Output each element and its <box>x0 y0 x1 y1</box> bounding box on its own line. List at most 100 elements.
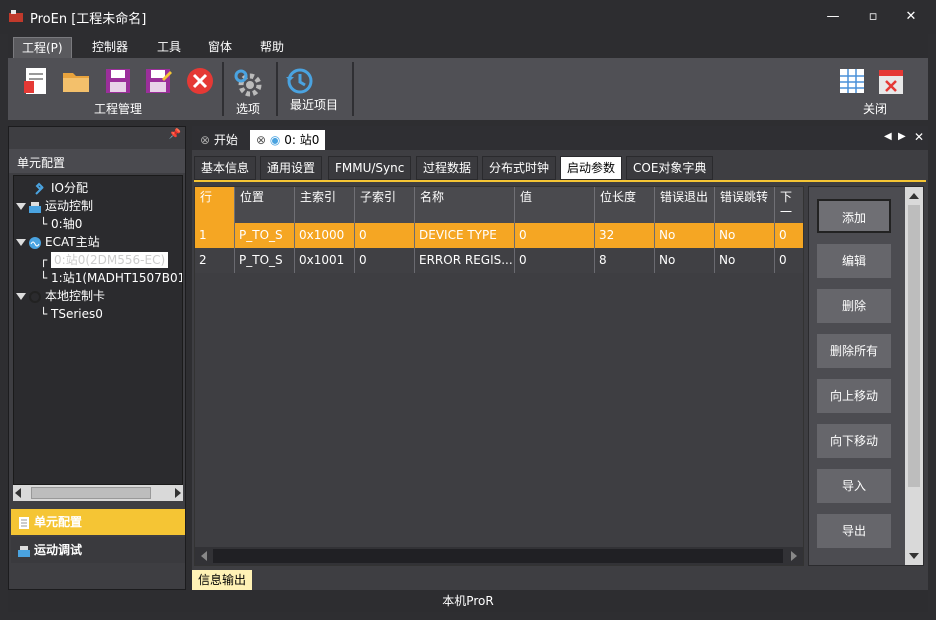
column-header[interactable]: 名称 <box>415 187 515 223</box>
scroll-thumb[interactable] <box>908 205 920 487</box>
recent-label[interactable]: 最近项目 <box>290 96 338 113</box>
open-folder-icon[interactable] <box>60 65 92 97</box>
tab-startup-params[interactable]: 启动参数 <box>560 156 623 180</box>
table-cell: 0x1001 <box>295 248 355 273</box>
column-header[interactable]: 位置 <box>235 187 295 223</box>
tab-coe-dict[interactable]: COE对象字典 <box>626 156 714 180</box>
new-file-icon[interactable] <box>20 65 52 97</box>
scroll-up-icon[interactable] <box>909 193 919 199</box>
expand-icon[interactable] <box>16 239 26 246</box>
document-icon <box>19 516 29 529</box>
nav-label: 运动调试 <box>34 543 83 557</box>
nav-unit-config[interactable]: 单元配置 <box>11 509 185 535</box>
tree-item-axis0[interactable]: └ 0:轴0 <box>40 215 82 233</box>
column-header[interactable]: 错误跳转 <box>715 187 775 223</box>
scroll-right-icon[interactable] <box>175 488 181 498</box>
table-cell: No <box>715 248 775 273</box>
tree-item-tseries[interactable]: └ TSeries0 <box>40 305 103 323</box>
table-cell: 1 <box>195 223 235 248</box>
tab-info-output[interactable]: 信息输出 <box>192 570 252 590</box>
close-icon[interactable]: ✕ <box>914 130 924 144</box>
table-cell: No <box>655 223 715 248</box>
ribbon-separator <box>352 62 354 116</box>
delete-all-button[interactable]: 删除所有 <box>817 334 891 368</box>
menu-window[interactable]: 窗体 <box>200 37 240 58</box>
tree-item-ecat[interactable]: ECAT主站 <box>16 233 100 251</box>
move-down-button[interactable]: 向下移动 <box>817 424 891 458</box>
action-button-panel: 添加 编辑 删除 删除所有 向上移动 向下移动 导入 导出 <box>808 186 924 566</box>
motion-icon <box>18 545 30 557</box>
edit-button[interactable]: 编辑 <box>817 244 891 278</box>
column-header[interactable]: 下一 <box>775 187 803 223</box>
scroll-down-icon[interactable] <box>909 553 919 559</box>
save-as-icon[interactable] <box>142 65 174 97</box>
tab-basic-info[interactable]: 基本信息 <box>194 156 257 180</box>
window-title: ProEn [工程未命名] <box>30 12 147 27</box>
tab-station0[interactable]: ⊗ ◉ 0: 站0 <box>250 130 326 150</box>
column-header[interactable]: 子索引 <box>355 187 415 223</box>
document-tabs: ⊗ 开始 ⊗ ◉ 0: 站0 ◀ ▶ ✕ <box>192 126 928 150</box>
table-cell: 2 <box>195 248 235 273</box>
tree-item-station1[interactable]: └ 1:站1(MADHT1507B01 <box>40 269 183 287</box>
scroll-left-icon[interactable] <box>201 551 207 561</box>
expand-icon[interactable] <box>16 203 26 210</box>
scroll-right-icon[interactable] <box>791 551 797 561</box>
column-header[interactable]: 行 <box>195 187 235 223</box>
tab-prev-icon[interactable]: ◀ <box>884 131 892 142</box>
tab-fmmu-sync[interactable]: FMMU/Sync <box>328 156 412 180</box>
menu-project[interactable]: 工程(P) <box>13 37 72 58</box>
sub-tabs: 基本信息 通用设置 FMMU/Sync 过程数据 分布式时钟 启动参数 COE对… <box>194 156 926 180</box>
import-button[interactable]: 导入 <box>817 469 891 503</box>
menu-help[interactable]: 帮助 <box>252 37 292 58</box>
app-icon <box>9 10 23 22</box>
button-panel-vertical-scrollbar[interactable] <box>905 187 923 565</box>
minimize-button[interactable]: — <box>818 6 848 28</box>
add-button[interactable]: 添加 <box>817 199 891 233</box>
close-tab-icon[interactable]: ⊗ <box>256 133 266 147</box>
gear-icon[interactable] <box>232 67 264 99</box>
tab-process-data[interactable]: 过程数据 <box>416 156 479 180</box>
tab-start[interactable]: ⊗ 开始 <box>194 130 244 150</box>
delete-button[interactable]: 删除 <box>817 289 891 323</box>
menu-controller[interactable]: 控制器 <box>84 37 136 58</box>
table-icon[interactable] <box>836 65 868 97</box>
save-icon[interactable] <box>102 65 134 97</box>
column-header[interactable]: 错误退出 <box>655 187 715 223</box>
tree-item-station0[interactable]: ┌ 0:站0(2DM556-EC) <box>40 251 169 269</box>
tree-label: 1:站1(MADHT1507B01 <box>51 271 183 285</box>
startup-params-grid: 行 位置 主索引 子索引 名称 值 位长度 错误退出 错误跳转 下一 1 P_T… <box>194 186 804 566</box>
scroll-thumb[interactable] <box>213 549 783 563</box>
column-header[interactable]: 主索引 <box>295 187 355 223</box>
history-icon[interactable] <box>284 65 316 97</box>
scroll-left-icon[interactable] <box>15 488 21 498</box>
tree-item-motion[interactable]: 运动控制 <box>16 197 93 215</box>
export-button[interactable]: 导出 <box>817 514 891 548</box>
close-icon[interactable] <box>878 69 904 95</box>
delete-project-icon[interactable] <box>184 65 216 97</box>
table-cell: 8 <box>595 248 655 273</box>
column-header[interactable]: 值 <box>515 187 595 223</box>
maximize-button[interactable]: ▫ <box>858 6 888 28</box>
ecat-icon <box>29 236 41 249</box>
menu-tools[interactable]: 工具 <box>149 37 189 58</box>
grid-horizontal-scrollbar[interactable] <box>195 547 803 565</box>
close-label[interactable]: 关闭 <box>863 100 887 117</box>
move-up-button[interactable]: 向上移动 <box>817 379 891 413</box>
tree-horizontal-scrollbar[interactable] <box>13 485 183 501</box>
scroll-thumb[interactable] <box>31 487 151 499</box>
options-label[interactable]: 选项 <box>236 100 260 117</box>
close-tab-icon[interactable]: ⊗ <box>200 133 210 147</box>
ecat-icon: ◉ <box>269 133 281 147</box>
close-window-button[interactable]: ✕ <box>896 6 926 28</box>
pin-icon[interactable]: 📌 <box>169 129 181 140</box>
nav-motion-debug[interactable]: 运动调试 <box>11 537 185 563</box>
tree-item-io[interactable]: IO分配 <box>34 179 88 197</box>
ribbon: 工程管理 选项 最近项目 关闭 <box>8 58 928 120</box>
tab-next-icon[interactable]: ▶ <box>898 131 906 142</box>
tree-item-local-card[interactable]: 本地控制卡 <box>16 287 105 305</box>
column-header[interactable]: 位长度 <box>595 187 655 223</box>
tree-label: 运动控制 <box>45 199 94 213</box>
tab-dc[interactable]: 分布式时钟 <box>482 156 557 180</box>
tab-general[interactable]: 通用设置 <box>260 156 323 180</box>
expand-icon[interactable] <box>16 293 26 300</box>
